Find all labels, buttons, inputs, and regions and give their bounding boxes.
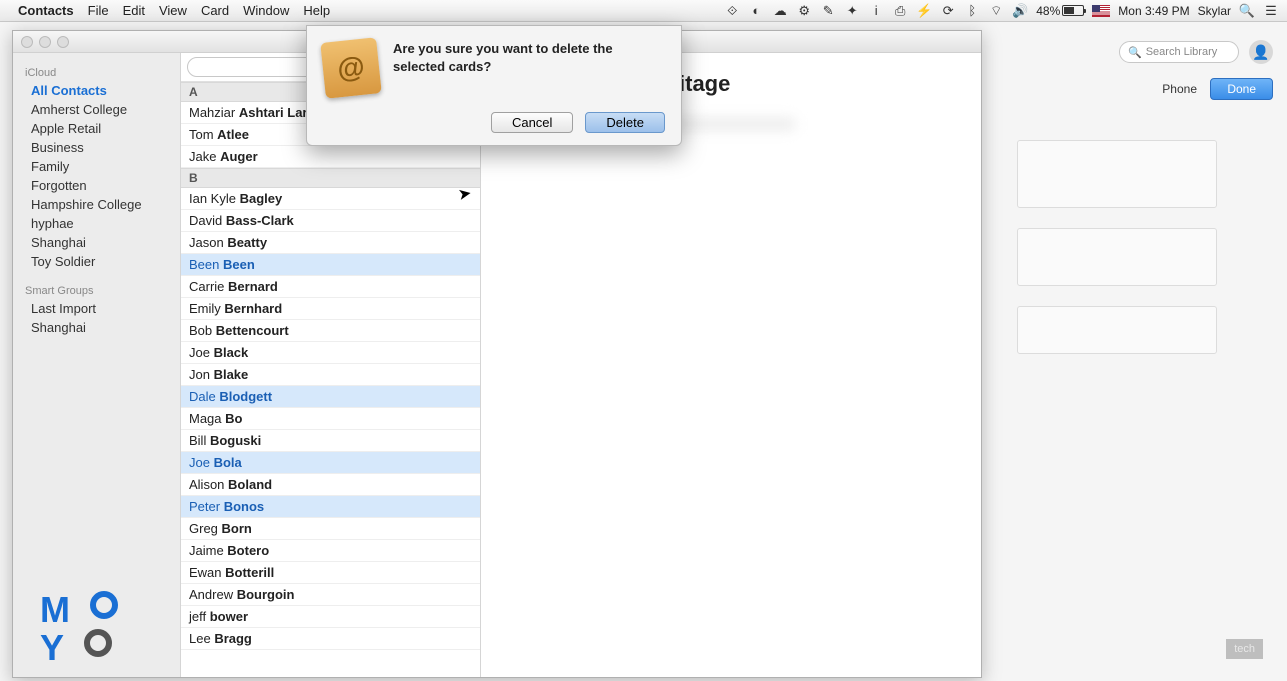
cloud-icon[interactable]: ☁ xyxy=(772,3,788,19)
sidebar-section-icloud: iCloud xyxy=(13,63,180,81)
sidebar-group-item[interactable]: Business xyxy=(13,138,180,157)
bluetooth-icon[interactable]: ᛒ xyxy=(964,3,980,19)
contact-row[interactable]: Peter Bonos xyxy=(181,496,480,518)
contact-row[interactable]: Alison Boland xyxy=(181,474,480,496)
menu-card[interactable]: Card xyxy=(201,3,229,18)
sidebar-group-item[interactable]: hyphae xyxy=(13,214,180,233)
contact-row[interactable]: David Bass-Clark xyxy=(181,210,480,232)
menubar-username[interactable]: Skylar xyxy=(1198,4,1231,18)
menu-window[interactable]: Window xyxy=(243,3,289,18)
sidebar-group-item[interactable]: Toy Soldier xyxy=(13,252,180,271)
contact-name: Armitage xyxy=(635,71,957,97)
sidebar-group-item[interactable]: Apple Retail xyxy=(13,119,180,138)
menu-file[interactable]: File xyxy=(88,3,109,18)
search-library-placeholder: Search Library xyxy=(1146,46,1218,58)
contact-row[interactable]: Jaime Botero xyxy=(181,540,480,562)
contact-row[interactable]: Ewan Botterill xyxy=(181,562,480,584)
sidebar-group-item[interactable]: Shanghai xyxy=(13,233,180,252)
sidebar-smart-group-item[interactable]: Shanghai xyxy=(13,318,180,337)
contact-row[interactable]: Lee Bragg xyxy=(181,628,480,650)
evernote-icon[interactable]: ✦ xyxy=(844,3,860,19)
contact-row[interactable]: Joe Bola xyxy=(181,452,480,474)
menubar-right: ⟐ ◐ ☁ ⚙ ✎ ✦ i ⎙ ⚡ ⟳ ᛒ ⌔ 🔊 48% Mon 3:49 P… xyxy=(724,3,1279,19)
contact-row[interactable]: Maga Bo xyxy=(181,408,480,430)
system-menubar: Contacts File Edit View Card Window Help… xyxy=(0,0,1287,22)
zoom-window-button[interactable] xyxy=(57,36,69,48)
contact-row[interactable]: Emily Bernhard xyxy=(181,298,480,320)
contact-row[interactable]: Bob Bettencourt xyxy=(181,320,480,342)
sidebar-group-item[interactable]: Forgotten xyxy=(13,176,180,195)
volume-icon[interactable]: 🔊 xyxy=(1012,3,1028,19)
battery-indicator[interactable]: 48% xyxy=(1036,4,1084,18)
sync-icon[interactable]: ⟳ xyxy=(940,3,956,19)
library-toolbar: 🔍 Search Library 👤 xyxy=(1119,40,1273,64)
contact-row[interactable]: Carrie Bernard xyxy=(181,276,480,298)
contact-row[interactable]: Greg Born xyxy=(181,518,480,540)
contact-detail-pane: Armitage Primary xyxy=(481,53,981,677)
menu-help[interactable]: Help xyxy=(303,3,330,18)
menu-edit[interactable]: Edit xyxy=(123,3,145,18)
dropbox-icon[interactable]: ⟐ xyxy=(724,3,740,19)
menubar-datetime[interactable]: Mon 3:49 PM xyxy=(1118,4,1189,18)
bolt-icon[interactable]: ⚡ xyxy=(916,3,932,19)
field-box[interactable] xyxy=(1017,140,1217,208)
detail-field-boxes xyxy=(1017,140,1217,354)
contact-row[interactable]: Been Been xyxy=(181,254,480,276)
battery-icon xyxy=(1062,5,1084,16)
cancel-button[interactable]: Cancel xyxy=(491,112,573,133)
sidebar-section-smart: Smart Groups xyxy=(13,281,180,299)
field-box[interactable] xyxy=(1017,306,1217,354)
notification-center-icon[interactable]: ☰ xyxy=(1263,3,1279,19)
contact-row[interactable]: Bill Boguski xyxy=(181,430,480,452)
user-avatar-icon[interactable]: 👤 xyxy=(1249,40,1273,64)
contact-row[interactable]: Jake Auger xyxy=(181,146,480,168)
info-icon[interactable]: i xyxy=(868,3,884,19)
sidebar-group-item[interactable]: Family xyxy=(13,157,180,176)
sidebar-smart-group-item[interactable]: Last Import xyxy=(13,299,180,318)
sidebar-group-item[interactable]: Amherst College xyxy=(13,100,180,119)
battery-percent: 48% xyxy=(1036,4,1060,18)
delete-button[interactable]: Delete xyxy=(585,112,665,133)
search-library-field[interactable]: 🔍 Search Library xyxy=(1119,41,1239,63)
wifi-icon[interactable]: ⌔ xyxy=(988,3,1004,19)
sidebar-group-item[interactable]: All Contacts xyxy=(13,81,180,100)
tech-watermark: tech xyxy=(1226,639,1263,659)
done-button[interactable]: Done xyxy=(1210,78,1273,100)
field-box[interactable] xyxy=(1017,228,1217,286)
app-name[interactable]: Contacts xyxy=(18,3,74,18)
contact-row[interactable]: Jason Beatty xyxy=(181,232,480,254)
groups-sidebar: iCloud All ContactsAmherst CollegeApple … xyxy=(13,53,181,677)
robot-icon[interactable]: ⚙ xyxy=(796,3,812,19)
moyo-logo: M Y xyxy=(40,591,118,667)
delete-confirmation-dialog: Are you sure you want to delete the sele… xyxy=(306,25,682,146)
contacts-list[interactable]: AMahziar Ashtari LarkiTom AtleeJake Auge… xyxy=(181,82,480,677)
contact-row[interactable]: Dale Blodgett xyxy=(181,386,480,408)
spotlight-icon[interactable]: 🔍 xyxy=(1239,3,1255,19)
sidebar-group-item[interactable]: Hampshire College xyxy=(13,195,180,214)
menu-view[interactable]: View xyxy=(159,3,187,18)
contact-row[interactable]: jeff bower xyxy=(181,606,480,628)
list-section-header: B xyxy=(181,168,480,188)
minimize-window-button[interactable] xyxy=(39,36,51,48)
contacts-list-column: 🔍 AMahziar Ashtari LarkiTom AtleeJake Au… xyxy=(181,53,481,677)
contact-row[interactable]: Andrew Bourgoin xyxy=(181,584,480,606)
tag-icon[interactable]: ⎙ xyxy=(892,3,908,19)
contact-row[interactable]: Ian Kyle Bagley xyxy=(181,188,480,210)
dialog-message: Are you sure you want to delete the sele… xyxy=(393,40,665,96)
moon-icon[interactable]: ◐ xyxy=(748,3,764,19)
phone-label: Phone xyxy=(1162,82,1197,96)
search-icon: 🔍 xyxy=(1128,46,1142,59)
address-book-icon xyxy=(320,37,382,99)
contact-row[interactable]: Joe Black xyxy=(181,342,480,364)
input-source-flag-icon[interactable] xyxy=(1092,5,1110,17)
close-window-button[interactable] xyxy=(21,36,33,48)
pen-icon[interactable]: ✎ xyxy=(820,3,836,19)
contact-row[interactable]: Jon Blake xyxy=(181,364,480,386)
